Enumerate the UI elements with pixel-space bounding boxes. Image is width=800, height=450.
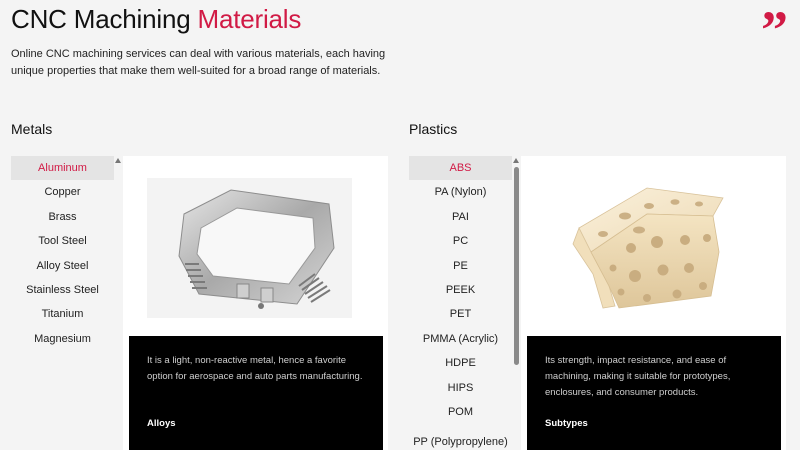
material-item-titanium[interactable]: Titanium (11, 302, 114, 326)
page-title-accent: Materials (197, 4, 302, 34)
material-item-pom[interactable]: POM (409, 400, 512, 424)
alloys-link[interactable]: Alloys (147, 418, 176, 429)
plastics-scrollbar[interactable] (512, 156, 521, 450)
page-title-main: CNC Machining (11, 4, 198, 34)
material-item-tool-steel[interactable]: Tool Steel (11, 229, 114, 253)
aluminum-info-panel: It is a light, non-reactive metal, hence… (129, 336, 383, 450)
material-item-pc[interactable]: PC (409, 229, 512, 253)
material-item-copper[interactable]: Copper (11, 180, 114, 204)
plastics-material-list: ABS PA (Nylon) PAI PC PE PEEK PET PMMA (… (409, 156, 512, 450)
scroll-up-icon[interactable] (513, 158, 519, 163)
metals-scrollbar[interactable] (114, 156, 123, 450)
material-item-aluminum[interactable]: Aluminum (11, 156, 114, 181)
material-item-pmma-acrylic[interactable]: PMMA (Acrylic) (409, 327, 512, 351)
material-item-stainless-steel[interactable]: Stainless Steel (11, 278, 114, 302)
plastics-card: ABS PA (Nylon) PAI PC PE PEEK PET PMMA (… (409, 156, 786, 450)
material-item-pp-polypropylene[interactable]: PP (Polypropylene) (409, 430, 512, 450)
material-item-pai[interactable]: PAI (409, 205, 512, 229)
abs-part-image (527, 156, 781, 336)
metals-material-list: Aluminum Copper Brass Tool Steel Alloy S… (11, 156, 114, 450)
subtypes-link[interactable]: Subtypes (545, 418, 588, 429)
aluminum-part-image (129, 156, 383, 336)
material-item-abs[interactable]: ABS (409, 156, 512, 181)
metals-card: Aluminum Copper Brass Tool Steel Alloy S… (11, 156, 388, 450)
aluminum-description: It is a light, non-reactive metal, hence… (147, 355, 363, 382)
material-item-magnesium[interactable]: Magnesium (11, 327, 114, 351)
material-item-peek[interactable]: PEEK (409, 278, 512, 302)
intro-text: Online CNC machining services can deal w… (11, 48, 386, 77)
material-item-hips[interactable]: HIPS (409, 376, 512, 400)
metals-heading: Metals (11, 121, 53, 137)
scroll-up-icon[interactable] (115, 158, 121, 163)
material-item-pe[interactable]: PE (409, 254, 512, 278)
quote-icon: ” (761, 0, 788, 60)
material-item-hdpe[interactable]: HDPE (409, 351, 512, 375)
page-title: CNC Machining Materials (11, 4, 301, 35)
material-item-pa-nylon[interactable]: PA (Nylon) (409, 180, 512, 204)
plastics-heading: Plastics (409, 121, 458, 137)
material-item-pet[interactable]: PET (409, 302, 512, 326)
material-item-alloy-steel[interactable]: Alloy Steel (11, 254, 114, 278)
abs-description: Its strength, impact resistance, and eas… (545, 355, 731, 398)
material-item-brass[interactable]: Brass (11, 205, 114, 229)
scrollbar-thumb[interactable] (514, 167, 519, 365)
abs-info-panel: Its strength, impact resistance, and eas… (527, 336, 781, 450)
